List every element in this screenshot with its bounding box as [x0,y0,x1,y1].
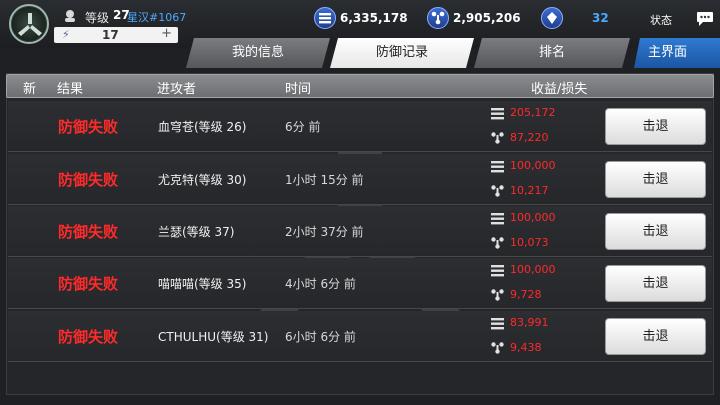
attacker-name[interactable]: 血穹苍(等级 26) [158,118,246,135]
table-row: 防御失败 血穹苍(等级 26) 6分 前 205,172 87,220 击退 [8,101,712,152]
resource-gas-value: 2,905,206 [453,11,521,25]
alliance-emblem-icon[interactable] [9,4,49,44]
molecule-icon [427,7,449,29]
table-header: 新 结果 进攻者 时间 收益/损失 [6,74,714,98]
layers-icon [491,161,504,173]
main-menu-button[interactable]: 主界面 [634,38,720,68]
attack-time: 2小时 37分 前 [285,225,364,239]
repel-button[interactable]: 击退 [605,318,706,355]
attacker-name[interactable]: 兰瑟(等级 37) [158,223,234,240]
repel-button[interactable]: 击退 [605,265,706,302]
column-time: 时间 [285,82,312,97]
table-row: 防御失败 兰瑟(等级 37) 2小时 37分 前 100,000 10,073 … [8,206,712,257]
attack-time: 6分 前 [285,120,321,134]
metal-loss: 83,991 [510,316,549,329]
tab-defense-log[interactable]: 防御记录 [330,38,474,68]
defense-result: 防御失败 [58,118,119,136]
status-button[interactable]: 状态 [650,12,672,28]
metal-loss: 205,172 [510,106,556,119]
molecule-icon [491,185,504,197]
server-tag: 星汉#1067 [127,11,187,24]
attack-time: 1小时 15分 前 [285,173,364,187]
molecule-icon [491,237,504,249]
player-rank-icon [65,10,75,22]
repel-button[interactable]: 击退 [605,213,706,250]
layers-icon [491,213,504,225]
attack-time: 6小时 6分 前 [285,330,356,344]
gas-loss: 10,217 [510,184,549,197]
column-attacker: 进攻者 [157,82,197,97]
table-row: 防御失败 CTHULHU(等级 31) 6小时 6分 前 83,991 9,43… [8,311,712,362]
resource-crystal-value: 32 [592,11,609,25]
metal-loss: 100,000 [510,211,556,224]
tab-ranking[interactable]: 排名 [474,38,630,68]
column-new: 新 [23,82,37,97]
add-energy-button[interactable]: + [161,26,172,41]
molecule-icon [491,132,504,144]
attacker-name[interactable]: CTHULHU(等级 31) [158,328,268,345]
gas-loss: 9,728 [510,288,542,301]
column-result: 结果 [57,82,84,97]
energy-value: 17 [102,28,119,42]
chat-icon[interactable] [696,11,714,27]
bolt-icon: ⚡ [62,28,70,41]
attack-time: 4小时 6分 前 [285,277,356,291]
level-label: 等级 [85,11,110,25]
layers-icon [491,318,504,330]
tab-my-info[interactable]: 我的信息 [186,38,330,68]
repel-button[interactable]: 击退 [605,161,706,198]
repel-button[interactable]: 击退 [605,108,706,145]
defense-result: 防御失败 [58,275,119,293]
attacker-name[interactable]: 尤克特(等级 30) [158,171,246,188]
defense-result: 防御失败 [58,328,119,346]
table-row: 防御失败 尤克特(等级 30) 1小时 15分 前 100,000 10,217… [8,154,712,205]
crystal-icon [541,7,563,29]
metal-loss: 100,000 [510,263,556,276]
metal-loss: 100,000 [510,159,556,172]
energy-bar[interactable]: ⚡ 17 + [54,26,178,43]
column-gain-loss: 收益/损失 [531,82,588,97]
layers-icon [491,265,504,277]
defense-result: 防御失败 [58,223,119,241]
molecule-icon [491,342,504,354]
defense-result: 防御失败 [58,171,119,189]
gas-loss: 10,073 [510,236,549,249]
layers-icon [491,108,504,120]
table-row: 防御失败 喵喵喵(等级 35) 4小时 6分 前 100,000 9,728 击… [8,258,712,309]
resource-metal-value: 6,335,178 [340,11,408,25]
molecule-icon [491,289,504,301]
gas-loss: 87,220 [510,131,549,144]
attacker-name[interactable]: 喵喵喵(等级 35) [158,275,246,292]
layers-icon [314,7,336,29]
gas-loss: 9,438 [510,341,542,354]
